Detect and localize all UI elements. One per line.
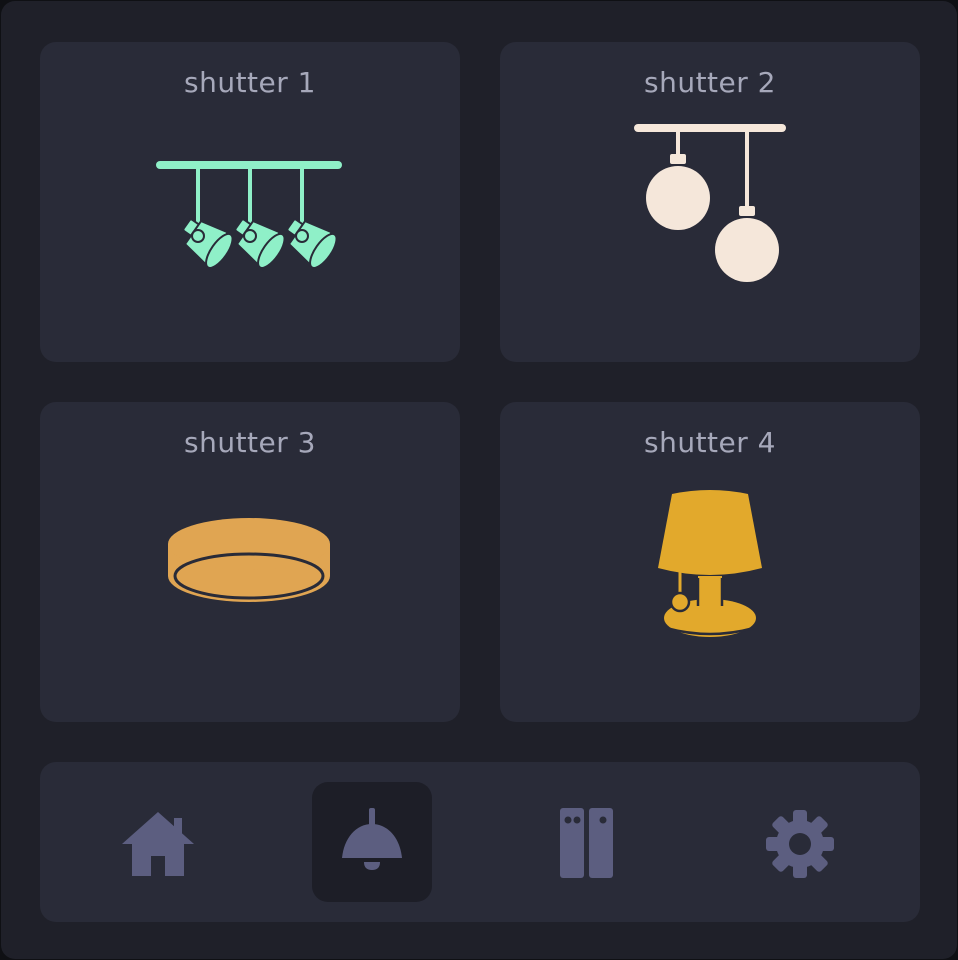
table-lamp-icon <box>658 490 762 637</box>
device-card-shutter-2[interactable]: shutter 2 <box>500 42 920 362</box>
device-label: shutter 1 <box>184 66 316 99</box>
nav-shutters-button[interactable] <box>526 782 646 902</box>
device-card-shutter-3[interactable]: shutter 3 <box>40 402 460 722</box>
device-card-shutter-4[interactable]: shutter 4 <box>500 402 920 722</box>
bottom-nav <box>40 762 920 922</box>
nav-settings-button[interactable] <box>740 782 860 902</box>
nav-lights-button[interactable] <box>312 782 432 902</box>
ceiling-lamp-icon <box>342 808 402 870</box>
ceiling-flush-light-icon <box>168 518 330 602</box>
device-label: shutter 2 <box>644 66 776 99</box>
device-label: shutter 3 <box>184 426 316 459</box>
gear-icon <box>766 810 834 878</box>
device-card-shutter-1[interactable]: shutter 1 <box>40 42 460 362</box>
home-icon <box>122 812 194 876</box>
nav-home-button[interactable] <box>98 782 218 902</box>
shutter-doors-icon <box>560 808 613 878</box>
device-label: shutter 4 <box>644 426 776 459</box>
track-spotlight-icon <box>156 161 342 272</box>
pendant-globe-lights-icon <box>634 124 786 282</box>
app-panel: shutter 1 shutter 2 shutter 3 shutter 4 <box>1 1 957 959</box>
